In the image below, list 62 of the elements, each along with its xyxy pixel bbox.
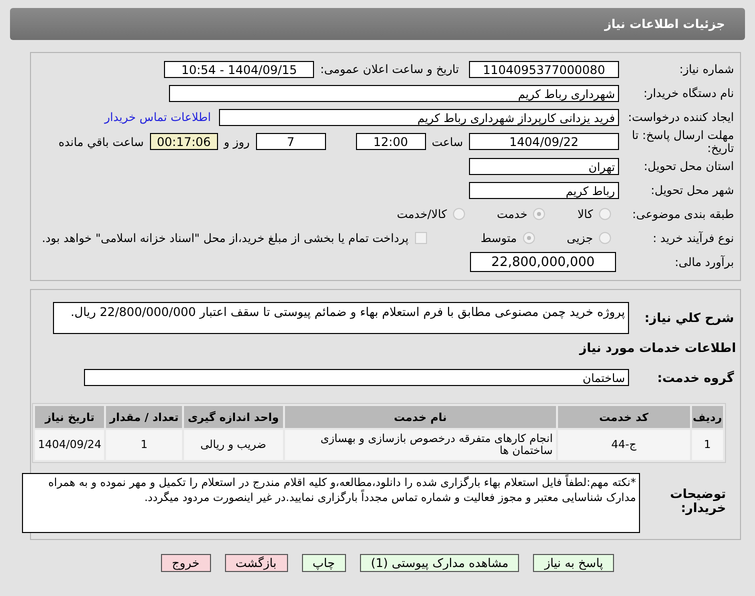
checkbox-label: پرداخت تمام یا بخشی از مبلغ خرید،از محل "اسناد خزانه اسلامی" خواهد بود. [42,231,409,246]
column-header: تاریخ نیاز [35,406,104,428]
field-label: نام دستگاه خریدار: [642,86,735,100]
deadline-date-field: 1404/09/22 [469,133,619,150]
page-title: جزئیات اطلاعات نیاز [604,17,725,31]
service-group-field: ساختمان [84,368,629,386]
action-button[interactable]: پاسخ به نیاز [533,554,614,572]
radio-label: خدمت [496,207,528,222]
notes-field: *نکته مهم:لطفاً فایل استعلام بهاء بارگزاری شده را دانلود،مطالعه،و کلیه اقلام مندرج در استعلام را تکمیل و مهر نموده و به همراه مدارک شناسایی معتبر و مجوز فعالیت و شماره تماس مجدداً بارگزاری نمایید.در غیر اینصورت مردود میگردد. [22,473,640,534]
remaining-time-field: 00:17:06 [150,133,218,150]
field-label: مهلت ارسال پاسخ: تا تاریخ: [630,129,735,154]
radio-button[interactable] [599,232,611,244]
field-label: برآورد مالی: [674,255,735,270]
field-label: نوع فرآیند خرید : [652,231,735,246]
field-label: گروه خدمت: [656,370,735,385]
table-cell: انجام کارهای متفرقه درخصوص بازسازی و بهسازی ساختمان ها [284,430,556,460]
announce-date-field: 1404/09/15 - 10:54 [164,60,314,78]
column-header: ردیف [692,406,723,428]
radio-label: جزیی [566,231,593,246]
column-header: کد خدمت [558,406,690,428]
action-button[interactable]: خروج [160,554,210,572]
action-button[interactable]: چاپ [302,554,346,572]
radio-label: کالا/خدمت [396,207,447,222]
radio-button[interactable] [533,208,546,220]
table-cell: 1404/09/24 [35,430,104,460]
creator-field: فرید یزدانی کارپرداز شهرداری رباط کریم [219,108,619,126]
section-heading: اطلاعات خدمات مورد نیاز [578,340,736,356]
column-header: واحد اندازه گیری [184,406,283,428]
field-label: تاریخ و ساعت اعلان عمومی: [320,62,459,76]
column-header: تعداد / مقدار [106,406,182,428]
field-label: ایجاد کننده درخواست: [627,110,735,124]
summary-field: پروژه خرید چمن مصنوعی مطابق با فرم استعلام بهاء و ضمائم پیوستی تا سقف اعتبار 22/800/000/000 ریال. [53,302,629,334]
action-button[interactable]: بازگشت [224,554,288,572]
field-label: استان محل تحویل: [642,159,735,174]
deadline-time-field: 12:00 [356,133,426,150]
days-field: 7 [256,133,326,150]
budget-field: 22,800,000,000 [470,252,616,272]
table-cell: ج-44 [558,430,690,460]
buyer-field: شهرداری رباط کریم [169,84,619,102]
days-label: روز و [224,134,250,149]
radio-label: کالا [577,207,593,222]
table-cell: 1 [692,430,723,460]
column-header: نام خدمت [284,406,556,428]
time-label: ساعت [432,134,463,149]
field-label: شرح کلي نیاز: [644,310,735,326]
field-label: شماره نیاز: [678,62,735,76]
remaining-label: ساعت باقي مانده [58,134,144,149]
table-cell: ضریب و ریالی [184,430,283,460]
radio-button[interactable] [522,232,535,244]
province-field: تهران [469,158,619,175]
action-button[interactable]: مشاهده مدارک پیوستی (1) [360,554,520,572]
table-cell: 1 [106,430,182,460]
field-label: طبقه بندی موضوعی: [631,207,735,222]
field-label: توضیحات خریدار: [669,487,727,515]
radio-button[interactable] [599,208,611,220]
buyer-contact-link[interactable]: اطلاعات تماس خریدار [104,110,211,124]
radio-button[interactable] [452,208,465,220]
radio-label: متوسط [480,231,517,246]
city-field: رباط کریم [469,182,619,199]
need-number-field: 1104095377000080 [469,60,619,78]
field-label: شهر محل تحویل: [650,183,735,198]
checkbox[interactable] [414,232,427,244]
